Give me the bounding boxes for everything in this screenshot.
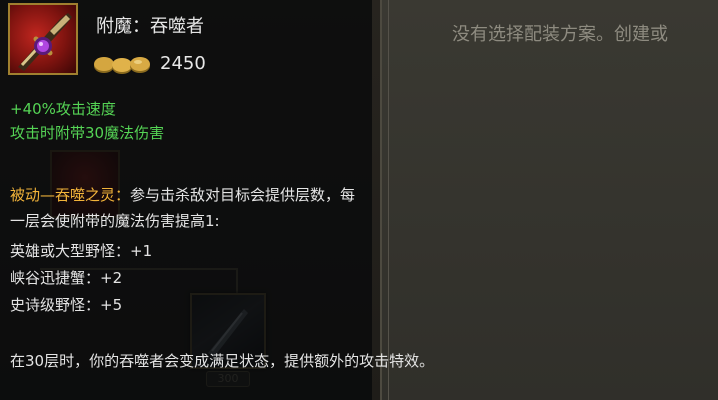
bonus-champion: 英雄或大型野怪：+1: [10, 242, 153, 260]
passive-description: 被动—吞噬之灵：参与击杀敌对目标会提供层数，每一层会使附带的魔法伤害提高1:: [10, 182, 360, 234]
enchanted-sword-icon: [8, 3, 78, 75]
item-tooltip: 附魔：吞噬者 2450 +40%攻击速度 攻击时附带30魔法伤害 被动—吞噬之灵…: [0, 0, 434, 400]
stat-attack-speed: +40%攻击速度: [10, 100, 116, 118]
bonus-epic-monster: 史诗级野怪：+5: [10, 296, 123, 314]
no-item-set-message: 没有选择配装方案。创建或: [452, 24, 668, 45]
item-name: 附魔：吞噬者: [96, 16, 204, 37]
passive-name: 被动—吞噬之灵：: [10, 186, 131, 204]
passive-final-note: 在30层时，你的吞噬者会变成满足状态，提供额外的攻击特效。: [10, 352, 435, 370]
item-cost: 2450: [160, 53, 206, 74]
item-set-panel: [380, 0, 718, 400]
stat-magic-damage: 攻击时附带30魔法伤害: [10, 124, 165, 142]
panel-divider: [388, 0, 389, 400]
gold-coins-icon: [94, 57, 150, 74]
bonus-scuttle-crab: 峡谷迅捷蟹：+2: [10, 269, 123, 287]
